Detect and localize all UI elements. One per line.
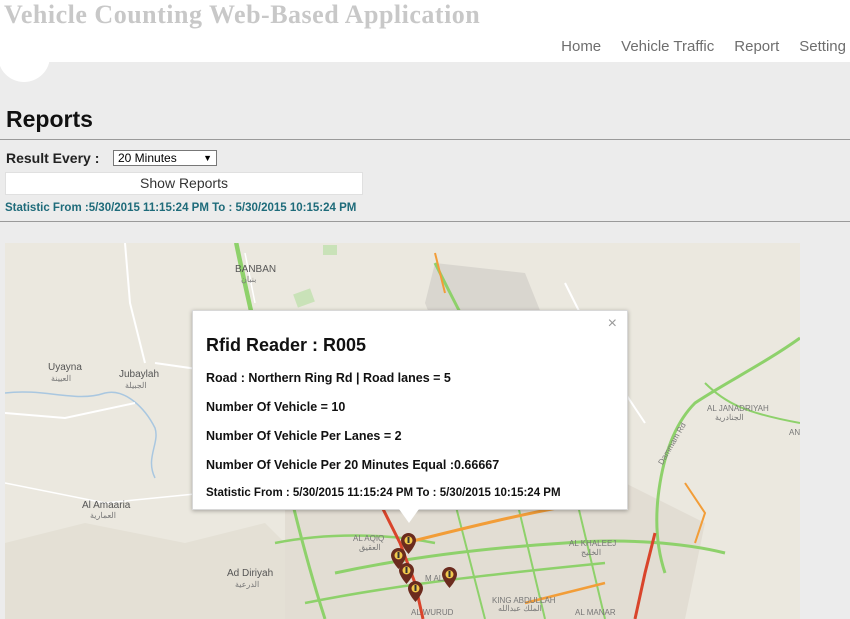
main-nav: Home Vehicle Traffic Report Setting xyxy=(561,38,846,55)
nav-report[interactable]: Report xyxy=(734,38,779,55)
popup-statistic: Statistic From : 5/30/2015 11:15:24 PM T… xyxy=(206,487,561,499)
nav-setting[interactable]: Setting xyxy=(799,38,846,55)
map-marker-icon[interactable] xyxy=(408,581,423,602)
statistic-divider xyxy=(0,221,850,222)
nav-home[interactable]: Home xyxy=(561,38,601,55)
map-label-uyayna: Uyayna xyxy=(48,362,82,373)
close-icon[interactable]: × xyxy=(608,315,617,333)
map-label-uyayna-ar: العيينة xyxy=(51,374,72,383)
map-label-manar: AL MANAR xyxy=(575,608,616,617)
map-label-amaaria-ar: العمارية xyxy=(90,511,116,520)
popup-vehicle-count: Number Of Vehicle = 10 xyxy=(206,400,346,414)
map-label-jubaylah: Jubaylah xyxy=(119,369,160,380)
map-label-diriyah-ar: الدرعية xyxy=(235,580,260,589)
map-label-jubaylah-ar: الجبيلة xyxy=(125,381,147,390)
chevron-down-icon: ▼ xyxy=(203,153,212,163)
popup-road: Road : Northern Ring Rd | Road lanes = 5 xyxy=(206,371,451,385)
app-header: Vehicle Counting Web-Based Application H… xyxy=(0,0,850,82)
statistic-range: Statistic From :5/30/2015 11:15:24 PM To… xyxy=(5,202,357,214)
map-label-an: AN xyxy=(789,428,800,437)
nav-vehicle-traffic[interactable]: Vehicle Traffic xyxy=(621,38,714,55)
map-label-banban-ar: بنبان xyxy=(241,275,257,284)
page-title: Reports xyxy=(6,106,93,132)
map-label-banban: BANBAN xyxy=(235,264,277,275)
map-label-wurud: AL WURUD xyxy=(411,608,454,617)
logo-circle xyxy=(0,30,50,82)
map-label-janadriyah-ar: الجنادرية xyxy=(715,413,744,422)
show-reports-button[interactable]: Show Reports xyxy=(5,172,363,195)
map-label-diriyah: Ad Diriyah xyxy=(227,568,274,579)
reader-info-popup: × Rfid Reader : R005 Road : Northern Rin… xyxy=(192,310,628,523)
map-marker-icon[interactable] xyxy=(442,567,457,588)
map-label-khaleej-ar: الخليج xyxy=(581,548,602,557)
result-every-label: Result Every : xyxy=(6,150,100,166)
result-every-select[interactable]: 20 Minutes ▼ xyxy=(113,150,217,166)
map-label-aqiq-ar: العقيق xyxy=(359,543,381,552)
popup-title: Rfid Reader : R005 xyxy=(206,335,367,355)
title-divider xyxy=(0,139,850,140)
map-label-amaaria: Al Amaaria xyxy=(82,500,131,511)
popup-vehicles-per-lane: Number Of Vehicle Per Lanes = 2 xyxy=(206,429,402,443)
popup-vehicles-per-interval: Number Of Vehicle Per 20 Minutes Equal :… xyxy=(206,458,500,472)
map-label-king-abdullah-ar: الملك عبدالله xyxy=(498,604,542,613)
app-title: Vehicle Counting Web-Based Application xyxy=(4,0,481,29)
result-every-value: 20 Minutes xyxy=(118,151,177,165)
